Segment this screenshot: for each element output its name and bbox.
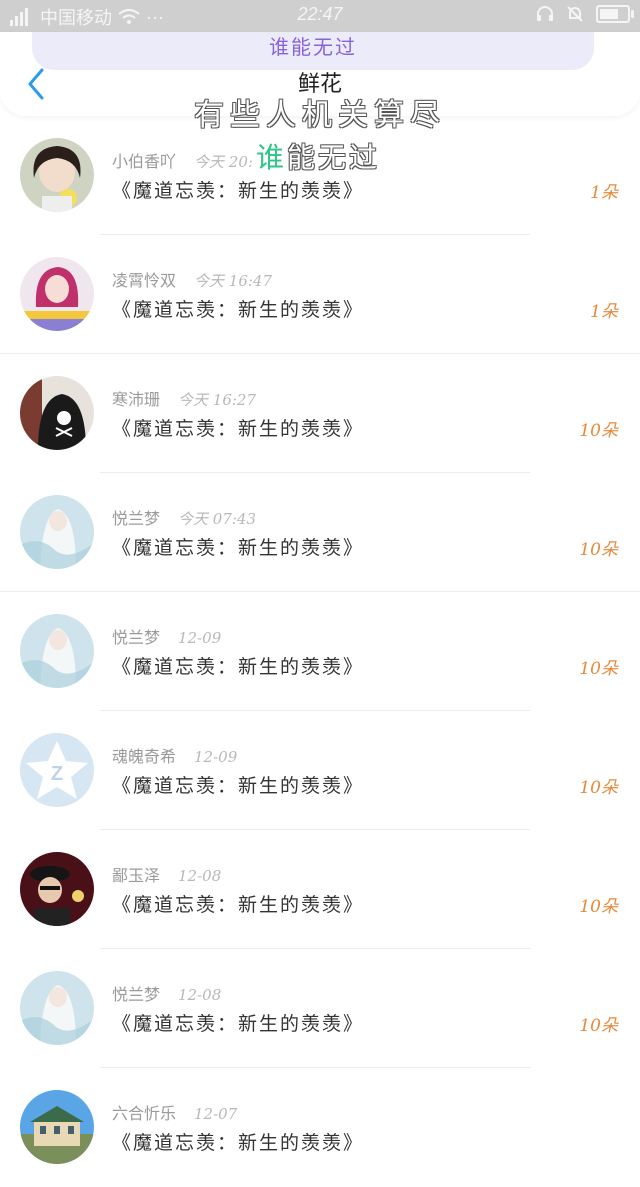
avatar[interactable] <box>20 614 94 688</box>
sender-name: 凌霄怜双 <box>112 271 177 290</box>
sender-line: 悦兰梦 今天 07:43 <box>112 505 256 529</box>
headset-icon <box>537 6 553 21</box>
flower-count: 1朵 <box>590 302 618 322</box>
list-item[interactable]: 寒沛珊 今天 16:27 《魔道忘羡：新生的羡羡》 10朵 <box>0 354 640 473</box>
avatar[interactable] <box>20 971 94 1045</box>
list-item[interactable]: 六合忻乐 12-07 《魔道忘羡：新生的羡羡》 <box>0 1068 640 1187</box>
sender-name: 小伯香吖 <box>112 152 177 171</box>
battery-icon <box>596 5 634 23</box>
status-bar: 中国移动 ··· 22:47 <box>0 0 640 32</box>
book-title: 《魔道忘羡：新生的羡羡》 <box>112 299 365 321</box>
send-time: 12-09 <box>178 629 222 647</box>
sender-name: 寒沛珊 <box>112 390 161 409</box>
overlay-highlight-char: 谁 <box>256 141 288 174</box>
send-time: 12-09 <box>194 748 238 766</box>
sender-line: 鄙玉泽 12-08 <box>112 862 221 886</box>
avatar[interactable] <box>20 852 94 926</box>
send-time: 今天 20: <box>194 153 253 171</box>
flower-count: 10朵 <box>579 540 618 560</box>
book-title: 《魔道忘羡：新生的羡羡》 <box>112 180 365 202</box>
sender-name: 魂魄奇希 <box>112 747 177 766</box>
book-title: 《魔道忘羡：新生的羡羡》 <box>112 537 365 559</box>
sender-line: 魂魄奇希 12-09 <box>112 743 237 767</box>
sender-line: 六合忻乐 12-07 <box>112 1100 237 1124</box>
sender-name: 悦兰梦 <box>112 628 161 647</box>
sender-line: 悦兰梦 12-09 <box>112 624 221 648</box>
book-title: 《魔道忘羡：新生的羡羡》 <box>112 1013 365 1035</box>
sender-line: 寒沛珊 今天 16:27 <box>112 386 256 410</box>
send-time: 今天 07:43 <box>178 510 257 528</box>
book-title: 《魔道忘羡：新生的羡羡》 <box>112 656 365 678</box>
overlay-rest-text: 能无过 <box>287 141 381 174</box>
send-time: 12-08 <box>178 867 222 885</box>
avatar[interactable] <box>20 257 94 331</box>
sender-name: 六合忻乐 <box>112 1104 177 1123</box>
sender-name: 悦兰梦 <box>112 985 161 1004</box>
avatar[interactable]: Z <box>20 733 94 807</box>
overlay-caption-line1: 有些人机关算尽 <box>194 98 446 133</box>
status-right <box>536 5 634 23</box>
list-item[interactable]: 悦兰梦 今天 07:43 《魔道忘羡：新生的羡羡》 10朵 <box>0 473 640 592</box>
overlay-caption-line2: 谁能无过 <box>256 136 380 176</box>
svg-text:Z: Z <box>51 763 63 785</box>
send-time: 今天 16:47 <box>194 272 273 290</box>
flower-count: 10朵 <box>579 778 618 798</box>
sender-line: 凌霄怜双 今天 16:47 <box>112 267 272 291</box>
send-time: 12-08 <box>178 986 222 1004</box>
flower-count: 10朵 <box>579 1016 618 1036</box>
list-item[interactable]: 悦兰梦 12-08 《魔道忘羡：新生的羡羡》 10朵 <box>0 949 640 1068</box>
mute-icon <box>567 6 583 22</box>
book-title: 《魔道忘羡：新生的羡羡》 <box>112 418 365 440</box>
list-item[interactable]: 悦兰梦 12-09 《魔道忘羡：新生的羡羡》 10朵 <box>0 592 640 711</box>
sender-name: 悦兰梦 <box>112 509 161 528</box>
send-time: 12-07 <box>194 1105 238 1123</box>
list-item[interactable]: Z 魂魄奇希 12-09 《魔道忘羡：新生的羡羡》 10朵 <box>0 711 640 830</box>
avatar[interactable] <box>20 495 94 569</box>
flower-count: 10朵 <box>579 897 618 917</box>
book-title: 《魔道忘羡：新生的羡羡》 <box>112 894 365 916</box>
sender-name: 鄙玉泽 <box>112 866 161 885</box>
avatar[interactable] <box>20 1090 94 1164</box>
flower-count: 10朵 <box>579 659 618 679</box>
avatar[interactable] <box>20 138 94 212</box>
send-time: 今天 16:27 <box>178 391 257 409</box>
sender-line: 小伯香吖 今天 20: <box>112 148 253 172</box>
flower-count: 1朵 <box>590 183 618 203</box>
avatar[interactable] <box>20 376 94 450</box>
header-pill: 谁能无过 <box>32 32 594 70</box>
book-title: 《魔道忘羡：新生的羡羡》 <box>112 775 365 797</box>
sender-line: 悦兰梦 12-08 <box>112 981 221 1005</box>
list-item[interactable]: 凌霄怜双 今天 16:47 《魔道忘羡：新生的羡羡》 1朵 <box>0 235 640 354</box>
flower-count: 10朵 <box>579 421 618 441</box>
list-item[interactable]: 鄙玉泽 12-08 《魔道忘羡：新生的羡羡》 10朵 <box>0 830 640 949</box>
flower-list: 小伯香吖 今天 20: 《魔道忘羡：新生的羡羡》 1朵 凌霄怜双 今天 16:47 … <box>0 116 640 1187</box>
book-title: 《魔道忘羡：新生的羡羡》 <box>112 1132 365 1154</box>
